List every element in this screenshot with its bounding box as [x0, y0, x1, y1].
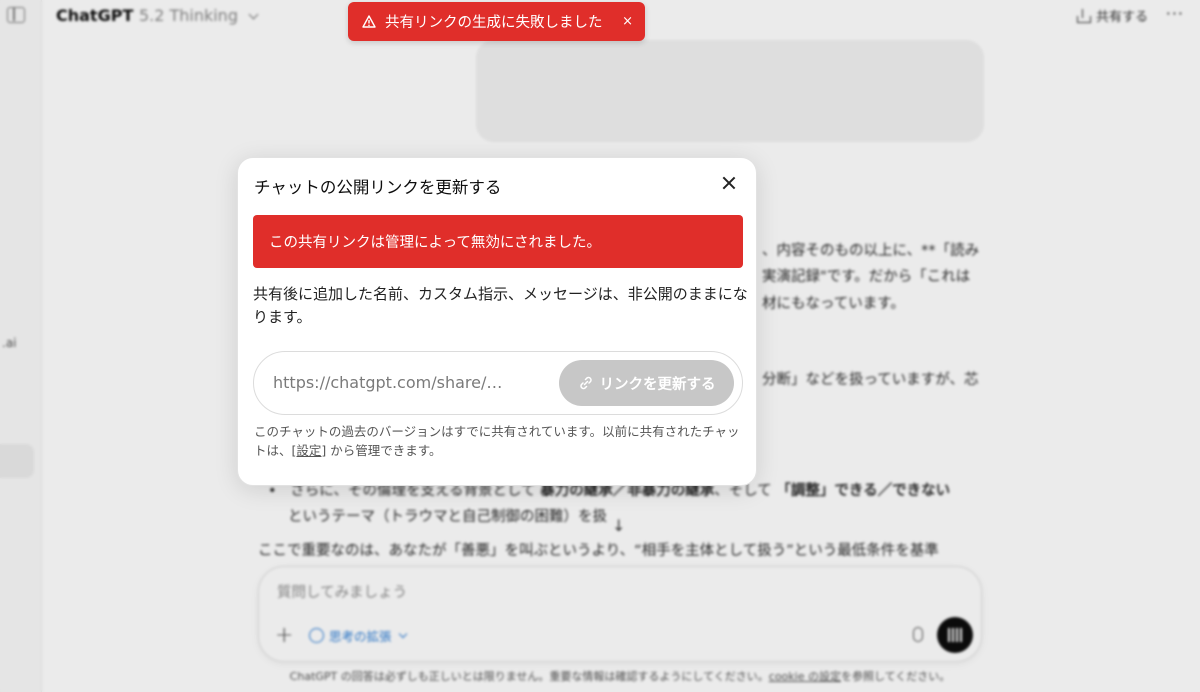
- update-link-label: リンクを更新する: [599, 376, 716, 393]
- settings-link[interactable]: [設定]: [292, 443, 327, 458]
- dialog-note: このチャットの過去のバージョンはすでに共有されています。以前に共有されたチャット…: [254, 422, 748, 460]
- share-link-field: https://chatgpt.com/share/… リンクを更新する: [253, 351, 743, 415]
- error-banner: この共有リンクは管理によって無効にされました。: [253, 215, 743, 268]
- note-text: から管理できます。: [326, 443, 442, 458]
- update-link-button[interactable]: リンクを更新する: [559, 360, 734, 406]
- toast-message: 共有リンクの生成に失敗しました: [385, 15, 603, 31]
- error-toast: 共有リンクの生成に失敗しました ×: [348, 2, 645, 41]
- toast-close-icon[interactable]: ×: [622, 14, 633, 29]
- dialog-title: チャットの公開リンクを更新する: [254, 178, 502, 197]
- share-link-dialog: チャットの公開リンクを更新する この共有リンクは管理によって無効にされました。 …: [237, 157, 757, 486]
- warning-icon: [362, 15, 376, 28]
- link-icon: [579, 376, 592, 390]
- close-icon[interactable]: [722, 176, 736, 190]
- dialog-description: 共有後に追加した名前、カスタム指示、メッセージは、非公開のままになります。: [253, 285, 748, 326]
- share-url-text[interactable]: https://chatgpt.com/share/…: [273, 373, 502, 392]
